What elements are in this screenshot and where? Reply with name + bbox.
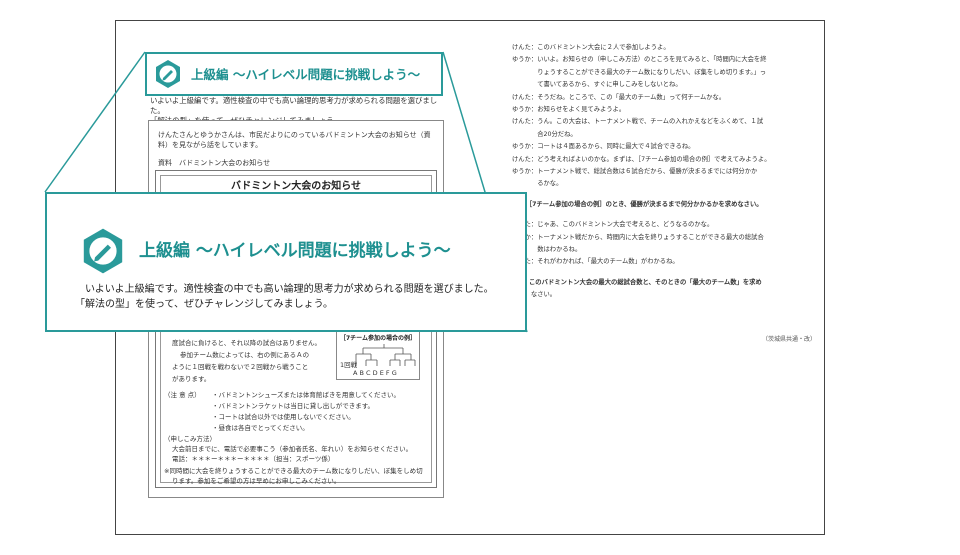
callout-line: いよいよ上級編です。適性検査の中でも高い論理的思考力が求められる問題を選びました… — [85, 284, 494, 295]
callout-text: いよいよ上級編です。適性検査の中でも高い論理的思考力が求められる問題を選びました… — [75, 282, 525, 312]
callout-title: 上級編 〜ハイレベル問題に挑戦しよう〜 — [139, 241, 451, 261]
zoomed-heading-callout: 上級編 〜ハイレベル問題に挑戦しよう〜 いよいよ上級編です。適性検査の中でも高い… — [45, 192, 527, 332]
pencil-badge-icon — [83, 228, 123, 274]
callout-line: 「解法の型」を使って、ぜひチャレンジしてみましょう。 — [75, 299, 333, 310]
